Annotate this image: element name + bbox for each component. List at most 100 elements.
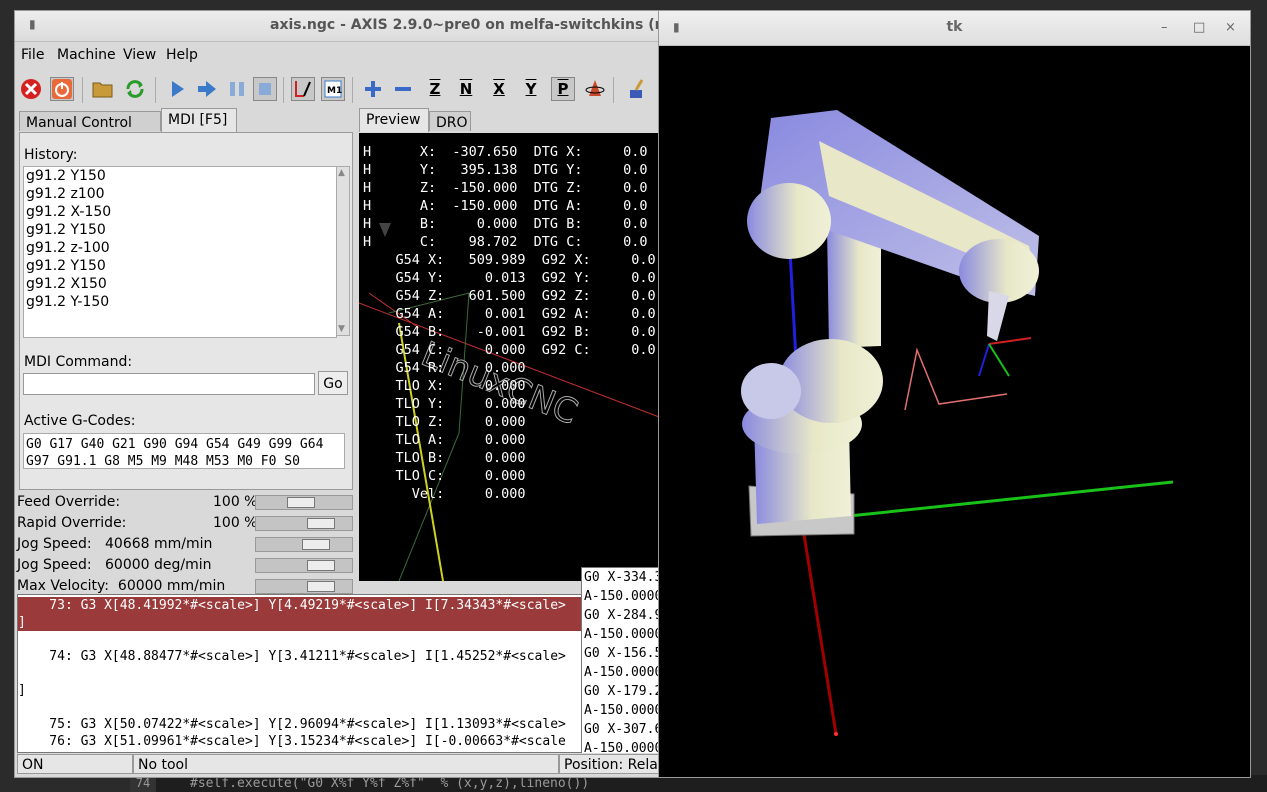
dro-line: H B: 0.000 DTG B: 0.0 [363, 216, 648, 232]
jog-speed-linear-label: Jog Speed: 40668 mm/min [17, 536, 213, 552]
tk-titlebar[interactable]: ▮ tk – □ × [659, 11, 1250, 46]
axis-titlebar[interactable]: ▮ axis.ngc - AXIS 2.9.0~pre0 on melfa-sw… [15, 11, 675, 42]
gcode-line[interactable]: ] [18, 614, 582, 631]
mdi-command-input[interactable] [23, 373, 315, 395]
dro-line: H Y: 395.138 DTG Y: 0.0 [363, 162, 648, 178]
history-item[interactable]: g91.2 Y-150 [24, 293, 336, 311]
view-z2-icon[interactable]: N [454, 77, 478, 101]
max-velocity-thumb[interactable] [307, 581, 335, 592]
max-velocity-label: Max Velocity: 60000 mm/min [17, 578, 226, 594]
zoom-in-icon[interactable] [361, 77, 385, 101]
stop-icon[interactable] [253, 77, 277, 101]
run-icon[interactable] [165, 77, 189, 101]
axis-window: ▮ axis.ngc - AXIS 2.9.0~pre0 on melfa-sw… [14, 10, 676, 778]
history-item[interactable]: g91.2 z100 [24, 185, 336, 203]
menu-machine[interactable]: Machine [57, 47, 116, 63]
jog-speed-angular-thumb[interactable] [307, 560, 335, 571]
rapid-override-row: Rapid Override: 100 % [17, 515, 355, 533]
history-item[interactable]: g91.2 z-100 [24, 239, 336, 257]
menu-file[interactable]: File [21, 47, 44, 63]
reload-icon[interactable] [123, 77, 147, 101]
jog-speed-linear-thumb[interactable] [302, 539, 330, 550]
jog-speed-linear-slider[interactable] [255, 537, 353, 552]
feed-override-thumb[interactable] [287, 497, 315, 508]
close-icon[interactable]: × [1225, 20, 1236, 35]
menu-view[interactable]: View [123, 47, 156, 63]
gcode-line[interactable]: 76: G3 X[51.09961*#<scale>] Y[3.15234*#<… [18, 733, 582, 750]
gcode-listing[interactable]: 73: G3 X[48.41992*#<scale>] Y[4.49219*#<… [17, 594, 583, 753]
block-delete-icon[interactable]: M1 [321, 77, 345, 101]
gcode-line[interactable]: 73: G3 X[48.41992*#<scale>] Y[4.49219*#<… [18, 597, 582, 614]
history-item[interactable]: g91.2 X-150 [24, 203, 336, 221]
go-button[interactable]: Go [318, 371, 348, 395]
dro-readout: H X: -307.650 DTG X: 0.0 H Y: 395.138 DTG… [363, 143, 656, 503]
tab-dro[interactable]: DRO [429, 111, 471, 131]
pause-icon[interactable] [225, 77, 249, 101]
window-menu-icon[interactable]: ▮ [29, 17, 36, 31]
dro-line: H A: -150.000 DTG A: 0.0 [363, 198, 648, 214]
estop-icon[interactable] [19, 77, 43, 101]
history-list[interactable]: g91.2 Y150 g91.2 z100 g91.2 X-150 g91.2 Y15… [23, 166, 337, 338]
axis-window-title: axis.ngc - AXIS 2.9.0~pre0 on melfa-swit… [270, 17, 676, 33]
jog-speed-angular-slider[interactable] [255, 558, 353, 573]
preview-canvas[interactable]: LinuxCNC H X: -307.650 DTG X: 0.0 H Y: 39… [359, 133, 675, 581]
dro-line: G54 B: -0.001 G92 B: 0.0 [363, 324, 656, 340]
svg-text:M1: M1 [327, 86, 342, 96]
max-velocity-value: 60000 mm/min [117, 578, 226, 594]
tab-preview[interactable]: Preview [359, 108, 429, 132]
history-item[interactable]: g91.2 Y150 [24, 221, 336, 239]
scroll-up-icon[interactable]: ▲ [338, 168, 345, 178]
gcode-line[interactable]: ] [18, 682, 582, 699]
history-scrollbar[interactable]: ▲ ▼ [336, 166, 350, 336]
robot-3d-view[interactable] [659, 46, 1250, 776]
dro-line: G54 A: 0.001 G92 A: 0.0 [363, 306, 656, 322]
max-velocity-slider[interactable] [255, 579, 353, 594]
maximize-icon[interactable]: □ [1193, 20, 1205, 35]
rapid-override-thumb[interactable] [307, 518, 335, 529]
active-gcodes-text: G0 G17 G40 G21 G90 G94 G54 G49 G99 G64 G… [23, 433, 345, 469]
robot-model [741, 110, 1174, 736]
history-item[interactable]: g91.2 X150 [24, 275, 336, 293]
view-y-icon[interactable]: Y [519, 77, 543, 101]
view-x-icon[interactable]: X [487, 77, 511, 101]
dro-line: G54 X: 509.989 G92 X: 0.0 [363, 252, 656, 268]
open-file-icon[interactable] [91, 77, 115, 101]
minimize-icon[interactable]: – [1161, 20, 1168, 35]
dro-line: H C: 98.702 DTG C: 0.0 [363, 234, 648, 250]
scroll-down-icon[interactable]: ▼ [338, 324, 345, 334]
gcode-line[interactable] [18, 631, 582, 648]
dro-line: TLO X: 0.000 [363, 378, 526, 394]
toggle-toolpath-icon[interactable] [291, 77, 315, 101]
status-machine-state: ON [17, 754, 133, 774]
history-label: History: [24, 147, 78, 163]
feed-override-label: Feed Override: [17, 494, 121, 510]
dro-line: G54 Z: 601.500 G92 Z: 0.0 [363, 288, 656, 304]
step-icon[interactable] [195, 77, 219, 101]
dro-line: TLO A: 0.000 [363, 432, 526, 448]
feed-override-slider[interactable] [255, 495, 353, 510]
feed-override-value: 100 % [213, 494, 258, 510]
power-icon[interactable] [50, 77, 74, 101]
dro-line: H Z: -150.000 DTG Z: 0.0 [363, 180, 648, 196]
clear-live-plot-icon[interactable] [625, 77, 649, 101]
gcode-line[interactable] [18, 665, 582, 682]
history-item[interactable]: g91.2 Y150 [24, 257, 336, 275]
rapid-override-value: 100 % [213, 515, 258, 531]
gcode-line[interactable]: 74: G3 X[48.88477*#<scale>] Y[3.41211*#<… [18, 648, 582, 665]
menu-help[interactable]: Help [166, 47, 198, 63]
status-tool: No tool [133, 754, 559, 774]
dro-line: G54 R: 0.000 [363, 360, 526, 376]
view-p-icon[interactable]: P [551, 77, 575, 101]
rapid-override-slider[interactable] [255, 516, 353, 531]
gcode-line[interactable]: 75: G3 X[50.07422*#<scale>] Y[2.96094*#<… [18, 716, 582, 733]
zoom-out-icon[interactable] [391, 77, 415, 101]
tab-mdi[interactable]: MDI [F5] [161, 108, 237, 132]
status-bar: ON No tool Position: Relati [15, 753, 675, 775]
rotate-icon[interactable] [583, 77, 607, 101]
dro-line: TLO Z: 0.000 [363, 414, 526, 430]
history-item[interactable]: g91.2 Y150 [24, 167, 336, 185]
tab-manual-control[interactable]: Manual Control [F3] [19, 111, 161, 153]
gcode-line[interactable] [18, 699, 582, 716]
mdi-command-label: MDI Command: [24, 354, 133, 370]
view-z-icon[interactable]: Z [423, 77, 447, 101]
